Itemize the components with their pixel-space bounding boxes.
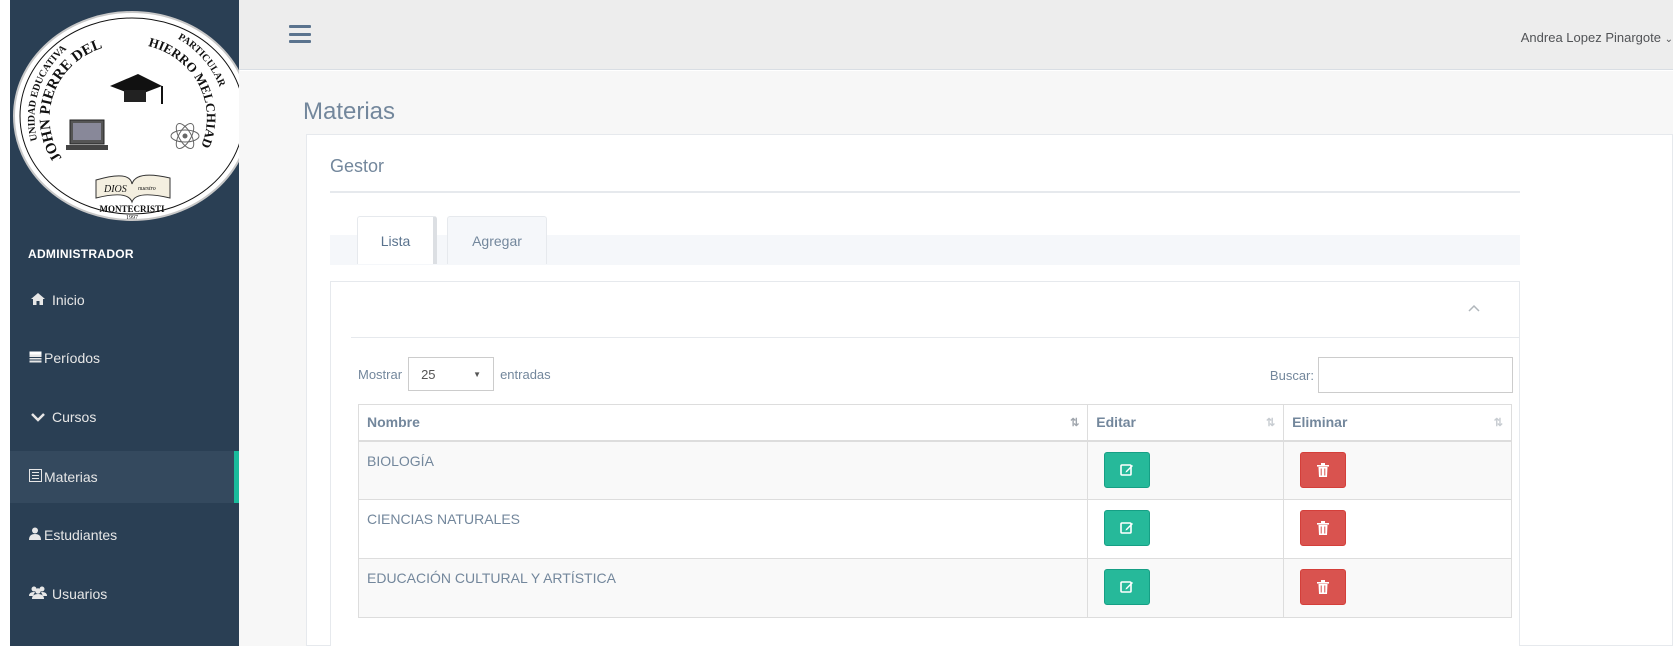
edit-button[interactable]	[1104, 510, 1151, 546]
sort-icon: ⇅	[1493, 417, 1503, 429]
column-header-nombre[interactable]: Nombre ⇅	[357, 404, 1089, 442]
top-navbar: Andrea Lopez Pinargote ⌄	[239, 0, 1673, 70]
length-control: Mostrar 25 ▼ entradas	[358, 357, 551, 391]
table-row: BIOLOGÍA	[357, 440, 1512, 500]
entries-per-page-select[interactable]: 25 ▼	[408, 357, 495, 391]
sidebar-item-inicio[interactable]: Inicio	[10, 274, 239, 326]
sidebar-item-label: Cursos	[52, 409, 97, 425]
column-header-eliminar[interactable]: Eliminar ⇅	[1283, 404, 1512, 442]
search-input[interactable]	[1318, 357, 1513, 393]
home-icon	[28, 292, 48, 309]
cell-eliminar	[1283, 558, 1512, 618]
panel: Gestor Lista Agregar Mostrar 25 ▼ entrad…	[306, 134, 1673, 646]
sidebar-item-label: Inicio	[52, 292, 85, 308]
sidebar-item-label: Usuarios	[52, 586, 108, 602]
length-suffix: entradas	[500, 366, 551, 382]
search-label: Buscar:	[1269, 367, 1314, 383]
delete-button[interactable]	[1300, 569, 1347, 605]
sidebar-item-label: Estudiantes	[44, 527, 118, 543]
subjects-table: Nombre ⇅ Editar ⇅ Eliminar ⇅ BIOLOGÍA CI…	[357, 404, 1512, 618]
user-name: Andrea Lopez Pinargote	[1520, 30, 1661, 45]
sort-asc-icon: ⇅	[1070, 417, 1080, 429]
sidebar-item-periodos[interactable]: Períodos	[10, 332, 239, 384]
edit-icon	[1120, 581, 1134, 593]
main-content: Materias Gestor Lista Agregar Mostrar 25…	[239, 71, 1673, 646]
caret-down-icon: ▼	[473, 369, 482, 379]
sidebar-item-label: Períodos	[44, 350, 101, 366]
search-control: Buscar:	[1270, 357, 1513, 393]
trash-icon	[1317, 521, 1330, 535]
column-header-editar[interactable]: Editar ⇅	[1087, 404, 1285, 442]
trash-icon	[1317, 580, 1330, 594]
svg-text:1997: 1997	[126, 215, 138, 221]
user-menu[interactable]: Andrea Lopez Pinargote ⌄	[1521, 30, 1673, 45]
cell-editar	[1087, 499, 1285, 559]
table-header-row: Nombre ⇅ Editar ⇅ Eliminar ⇅	[357, 404, 1512, 442]
entries-value: 25	[421, 366, 436, 382]
school-logo: UNIDAD EDUCATIVA JOHN PIERRE DEL PARTICU…	[10, 8, 246, 222]
trash-icon	[1317, 462, 1330, 477]
table-row: CIENCIAS NATURALES	[357, 499, 1512, 559]
delete-button[interactable]	[1300, 451, 1347, 488]
users-icon	[28, 586, 48, 602]
cell-editar	[1087, 440, 1285, 500]
svg-text:MONTECRISTI: MONTECRISTI	[99, 204, 165, 214]
menu-toggle-icon[interactable]	[289, 25, 311, 43]
column-label: Eliminar	[1292, 414, 1348, 431]
user-icon	[28, 527, 42, 543]
page-title: Materias	[303, 98, 396, 125]
calendar-icon	[28, 350, 42, 366]
chevron-up-icon[interactable]	[1467, 302, 1481, 316]
svg-text:nuestro: nuestro	[138, 186, 156, 192]
sidebar-item-estudiantes[interactable]: Estudiantes	[10, 509, 239, 561]
chevron-down-icon	[28, 409, 48, 425]
divider	[351, 337, 1519, 338]
column-label: Nombre	[367, 414, 420, 431]
chevron-down-icon: ⌄	[1664, 34, 1673, 45]
sidebar-item-label: Materias	[44, 469, 98, 485]
edit-icon	[1120, 522, 1134, 534]
cell-eliminar	[1283, 440, 1512, 500]
tab-agregar[interactable]: Agregar	[447, 216, 547, 264]
delete-button[interactable]	[1300, 510, 1347, 546]
edit-button[interactable]	[1104, 451, 1151, 488]
table-row: EDUCACIÓN CULTURAL Y ARTÍSTICA	[357, 558, 1512, 618]
svg-text:DIOS: DIOS	[103, 184, 127, 195]
panel-title: Gestor	[330, 156, 385, 176]
cell-nombre: BIOLOGÍA	[357, 440, 1089, 500]
divider	[330, 191, 1520, 193]
edit-icon	[1120, 463, 1134, 476]
table-box: Mostrar 25 ▼ entradas Buscar: Nombre ⇅ E…	[330, 281, 1520, 646]
column-label: Editar	[1096, 414, 1136, 431]
tab-lista[interactable]: Lista	[357, 216, 437, 264]
cell-nombre: CIENCIAS NATURALES	[357, 499, 1089, 559]
sort-icon: ⇅	[1265, 417, 1276, 429]
length-prefix: Mostrar	[358, 366, 403, 382]
sidebar-item-materias[interactable]: Materias	[10, 451, 239, 503]
cell-editar	[1087, 558, 1285, 618]
user-role: ADMINISTRADOR	[28, 247, 134, 261]
edit-button[interactable]	[1104, 569, 1151, 605]
sidebar-item-cursos[interactable]: Cursos	[10, 391, 239, 443]
list-alt-icon	[28, 469, 42, 485]
cell-eliminar	[1283, 499, 1512, 559]
cell-nombre: EDUCACIÓN CULTURAL Y ARTÍSTICA	[357, 558, 1089, 618]
sidebar-item-usuarios[interactable]: Usuarios	[10, 568, 239, 620]
